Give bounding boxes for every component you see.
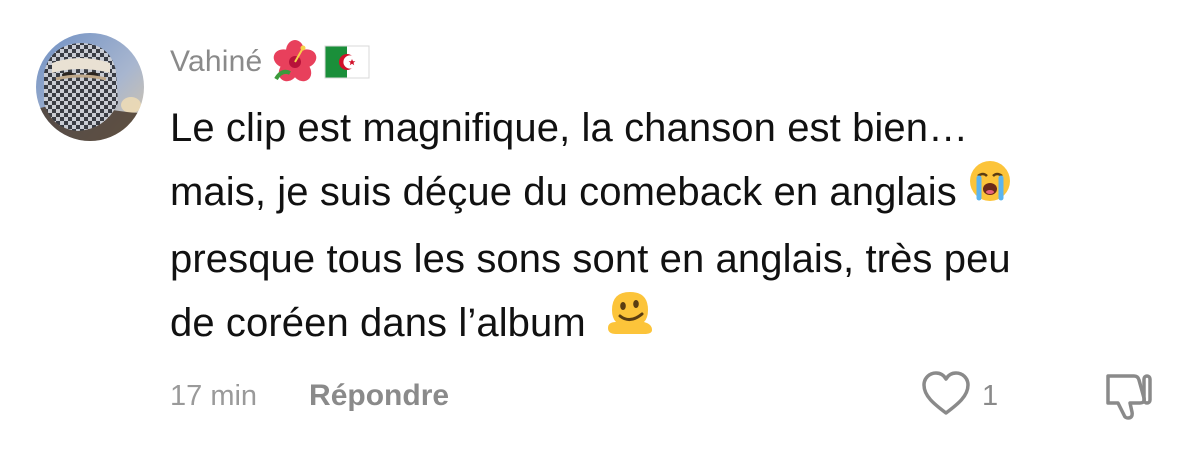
comment-footer: 17 min Répondre — [170, 372, 449, 420]
like-button[interactable]: 1 — [920, 370, 999, 422]
avatar[interactable] — [36, 33, 144, 141]
username[interactable]: Vahiné — [170, 45, 262, 79]
comment-item: Vahiné Le clip est magnifique, la chanso… — [0, 0, 1200, 450]
melting-face-emoji — [604, 288, 656, 355]
loudly-crying-face-emoji — [967, 158, 1013, 223]
hibiscus-emoji — [272, 39, 318, 85]
like-count: 1 — [982, 379, 999, 412]
comment-text-line: Le clip est magnifique, la chanson est b… — [170, 106, 969, 150]
dislike-button[interactable] — [1098, 370, 1154, 422]
reply-button[interactable]: Répondre — [309, 379, 449, 413]
comment-text-line: mais, je suis déçue du comeback en angla… — [170, 160, 1170, 227]
username-row[interactable]: Vahiné — [170, 38, 370, 86]
comment-text: Le clip est magnifique, la chanson est b… — [170, 96, 1170, 359]
comment-text-line: presque tous les sons sont en anglais, t… — [170, 236, 1011, 281]
algeria-flag-emoji — [324, 45, 370, 79]
comment-text-line: de coréen dans l’album — [170, 291, 1170, 359]
timestamp: 17 min — [170, 379, 258, 412]
heart-icon[interactable] — [920, 370, 972, 422]
comment-text-segment: de coréen dans l’album — [170, 300, 586, 345]
thumbs-down-icon[interactable] — [1098, 374, 1154, 426]
comment-text-segment: mais, je suis déçue du comeback en angla… — [170, 170, 957, 214]
